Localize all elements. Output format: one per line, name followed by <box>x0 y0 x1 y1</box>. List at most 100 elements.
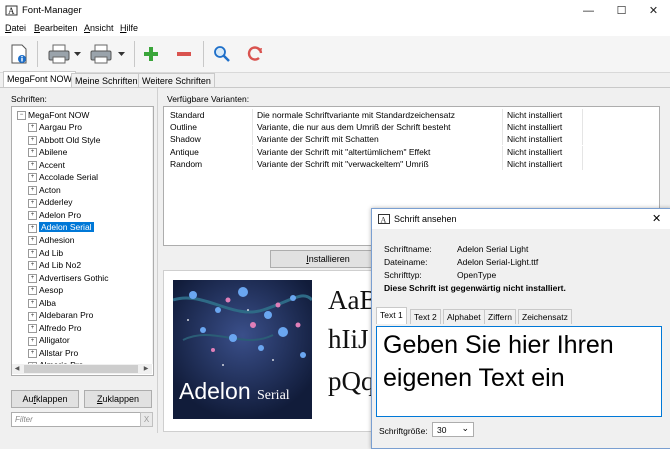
install-button[interactable]: Installieren <box>270 250 386 268</box>
tree-hscroll-thumb[interactable] <box>24 365 138 373</box>
scroll-left-arrow[interactable]: ◀ <box>13 365 21 373</box>
collapse-button[interactable]: Aufklappen <box>11 390 79 408</box>
font-type-value: OpenType <box>457 270 497 280</box>
tree-item-label: Adelon Pro <box>39 209 82 220</box>
tree-item-label: Aesop <box>39 285 64 296</box>
tree-item-label: Alligator <box>39 335 70 346</box>
tree-item[interactable]: + Accolade Serial <box>28 171 98 184</box>
close-button[interactable]: ✕ <box>637 0 670 22</box>
tree-item[interactable]: + Abilene <box>28 146 67 159</box>
tab-zeichensatz[interactable]: Zeichensatz <box>518 309 572 324</box>
tree-item[interactable]: + Acton <box>28 184 61 197</box>
search-icon[interactable] <box>213 45 231 63</box>
minimize-button[interactable]: — <box>572 0 605 22</box>
collapse-toggle[interactable]: − <box>17 111 26 121</box>
expand-toggle[interactable]: + <box>28 135 37 145</box>
menu-hilfe[interactable]: Hilfe <box>120 23 138 33</box>
font-name-label: Schriftname: <box>384 244 432 254</box>
tab-meine-schriften[interactable]: Meine Schriften <box>71 73 142 88</box>
expand-toggle[interactable]: + <box>28 211 37 221</box>
variant-status: Nicht installiert <box>507 110 563 120</box>
scroll-down-arrow[interactable]: ▼ <box>153 355 154 363</box>
expand-button[interactable]: Zuklappen <box>84 390 152 408</box>
tree-item-label: Alfredo Pro <box>39 322 82 333</box>
filter-clear-button[interactable]: X <box>140 412 153 427</box>
document-info-icon[interactable] <box>9 43 29 65</box>
scroll-up-arrow[interactable]: ▲ <box>153 108 154 116</box>
refresh-icon[interactable] <box>246 45 264 63</box>
tree-item[interactable]: + Aargau Pro <box>28 121 82 134</box>
tree-item[interactable]: + Adelon Pro <box>28 209 81 222</box>
tab-ziffern[interactable]: Ziffern <box>484 309 516 324</box>
menu-datei[interactable]: Datei <box>5 23 26 33</box>
dialog-close-button[interactable]: ✕ <box>652 212 661 225</box>
tab-text-2[interactable]: Text 2 <box>410 309 441 324</box>
expand-toggle[interactable]: + <box>28 298 37 308</box>
dialog-title-bar: A Schrift ansehen ✕ <box>372 209 670 229</box>
tree-item[interactable]: + Advertisers Gothic <box>28 272 108 285</box>
tree-item[interactable]: + Allstar Pro <box>28 347 78 360</box>
tab-text-1[interactable]: Text 1 <box>376 307 407 324</box>
panel-divider[interactable] <box>157 88 158 433</box>
variant-row[interactable]: Standard Die normale Schriftvariante mit … <box>164 109 584 121</box>
tree-item[interactable]: + Adderley <box>28 196 73 209</box>
variant-desc: Variante der Schrift mit "altertümlichem… <box>257 146 431 157</box>
expand-toggle[interactable]: + <box>28 336 37 346</box>
expand-toggle[interactable]: + <box>28 324 37 334</box>
expand-toggle[interactable]: + <box>28 261 37 271</box>
font-size-label: Schriftgröße: <box>379 426 428 436</box>
variant-name: Outline <box>170 122 197 133</box>
printer-dropdown-icon[interactable] <box>74 52 82 58</box>
variant-row[interactable]: Shadow Variante der Schrift mit Schatten N… <box>164 133 584 146</box>
variant-row[interactable]: Antique Variante der Schrift mit "altertü… <box>164 145 584 158</box>
printer-icon[interactable] <box>48 44 72 64</box>
variant-row[interactable]: Outline Variante, die nur aus dem Umriß d… <box>164 121 584 134</box>
tree-item[interactable]: + Adhesion <box>28 234 74 247</box>
column-divider <box>252 145 253 158</box>
maximize-button[interactable]: ☐ <box>605 0 638 22</box>
tab-weitere-schriften[interactable]: Weitere Schriften <box>138 73 215 88</box>
remove-icon[interactable] <box>176 46 192 62</box>
tree-scroll-thumb[interactable] <box>153 119 154 133</box>
tree-item[interactable]: + Abbott Old Style <box>28 134 100 147</box>
menu-ansicht[interactable]: Ansicht <box>84 23 114 33</box>
scroll-right-arrow[interactable]: ▶ <box>142 365 150 373</box>
tree-item[interactable]: + Alligator <box>28 334 70 347</box>
tab-alphabet[interactable]: Alphabet <box>443 309 485 324</box>
expand-toggle[interactable]: + <box>28 311 37 321</box>
sample-text-area[interactable]: Geben Sie hier Ihren eigenen Text ein <box>376 326 662 417</box>
menu-bearbeiten[interactable]: Bearbeiten <box>34 23 78 33</box>
expand-toggle[interactable]: + <box>28 148 37 158</box>
tree-horizontal-scrollbar[interactable]: ◀ ▶ <box>12 364 152 374</box>
tree-item[interactable]: + Aldebaran Pro <box>28 309 93 322</box>
expand-toggle[interactable]: + <box>28 349 37 359</box>
tree-item[interactable]: + Adelon Serial <box>28 221 94 234</box>
expand-toggle[interactable]: + <box>28 123 37 133</box>
tree-item[interactable]: + Ad Lib No2 <box>28 259 81 272</box>
expand-toggle[interactable]: + <box>28 223 37 233</box>
filter-input[interactable]: Filter <box>11 412 142 427</box>
expand-toggle[interactable]: + <box>28 160 37 170</box>
expand-toggle[interactable]: + <box>28 286 37 296</box>
tab-megafont-now[interactable]: MegaFont NOW <box>3 71 77 88</box>
expand-toggle[interactable]: + <box>28 273 37 283</box>
variant-row[interactable]: Random Variante der Schrift mit "verwacke… <box>164 157 584 170</box>
tree-item[interactable]: + Ad Lib <box>28 247 63 260</box>
tree-root[interactable]: − MegaFont NOW <box>17 109 89 122</box>
printer-alt-icon[interactable] <box>90 44 114 64</box>
printer-alt-dropdown-icon[interactable] <box>118 52 126 58</box>
font-tree[interactable]: − MegaFont NOW + Aargau Pro + Abbott Old Sty… <box>11 106 154 376</box>
expand-toggle[interactable]: + <box>28 186 37 195</box>
tree-item[interactable]: + Alba <box>28 297 56 310</box>
tree-item[interactable]: + Accent <box>28 159 65 172</box>
tree-item[interactable]: + Aesop <box>28 284 63 297</box>
tree-vertical-scrollbar[interactable]: ▲ ▼ <box>152 107 154 364</box>
expand-toggle[interactable]: + <box>28 236 37 246</box>
add-icon[interactable] <box>143 46 159 62</box>
expand-toggle[interactable]: + <box>28 198 37 208</box>
expand-toggle[interactable]: + <box>28 248 37 258</box>
toolbar-separator <box>203 41 204 67</box>
tree-item[interactable]: + Alfredo Pro <box>28 322 82 335</box>
expand-toggle[interactable]: + <box>28 173 37 183</box>
font-size-select[interactable]: 30 ⌄ <box>432 422 474 437</box>
